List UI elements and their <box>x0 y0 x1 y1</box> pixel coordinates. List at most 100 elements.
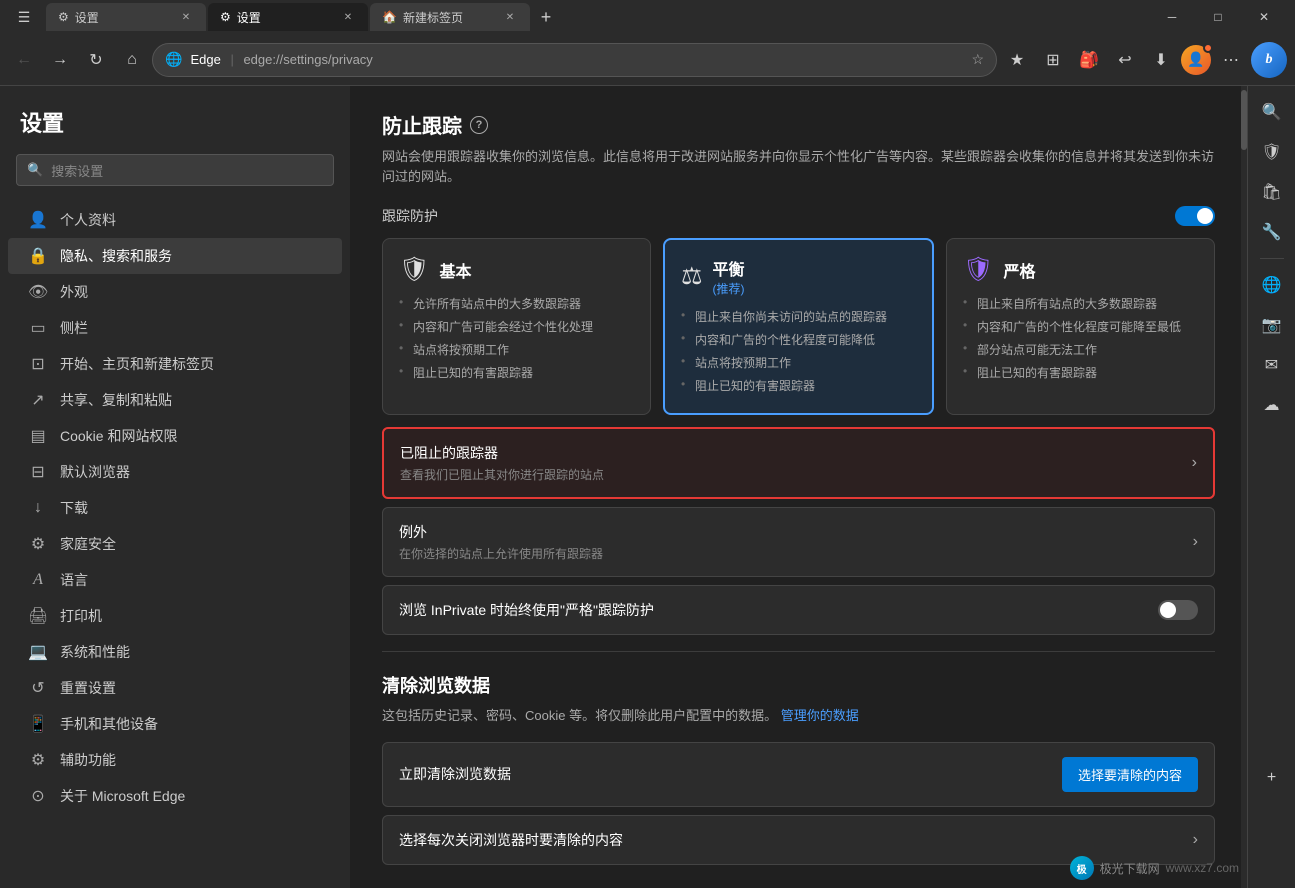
sidebar-item-sharing[interactable]: ↗ 共享、复制和粘贴 <box>8 382 342 418</box>
search-box[interactable]: 🔍 搜索设置 <box>16 154 334 186</box>
bing-icon: b <box>1266 52 1273 68</box>
scrollbar-thumb[interactable] <box>1241 90 1247 150</box>
clear-on-close-arrow: › <box>1193 831 1198 849</box>
rp-add-icon[interactable]: + <box>1254 760 1290 796</box>
sidebar-item-language[interactable]: A 语言 <box>8 562 342 598</box>
blocked-trackers-arrow: › <box>1192 454 1197 472</box>
watermark-url: www.xz7.com <box>1166 861 1239 875</box>
printer-icon: 🖨 <box>28 606 48 626</box>
bing-button[interactable]: b <box>1251 42 1287 78</box>
inprivate-toggle[interactable] <box>1158 600 1198 620</box>
favorites-icon[interactable]: ☆ <box>971 51 984 68</box>
card-balanced[interactable]: ⚖ 平衡 (推荐) 阻止来自你尚未访问的站点的跟踪器 内容和广告的个性化程度可能… <box>663 238 934 415</box>
sidebar-item-privacy[interactable]: 🔒 隐私、搜索和服务 <box>8 238 342 274</box>
tabs-area: ☰ ⚙ 设置 ✕ ⚙ 设置 ✕ 🏠 新建标签页 ✕ + <box>8 1 1149 33</box>
manage-data-link[interactable]: 管理你的数据 <box>781 708 859 723</box>
exceptions-title: 例外 <box>399 522 603 542</box>
sidebar-item-profile[interactable]: 👤 个人资料 <box>8 202 342 238</box>
content-area: 防止跟踪 ? 网站会使用跟踪器收集你的浏览信息。此信息将用于改进网站服务并向你显… <box>350 86 1247 888</box>
rp-bag-icon[interactable]: 🛍 <box>1254 174 1290 210</box>
lock-icon: 🔒 <box>28 246 48 266</box>
sidebar-item-sidebar[interactable]: ▭ 侧栏 <box>8 310 342 346</box>
watermark-text: 极光下载网 <box>1100 860 1160 877</box>
sidebar-item-browser[interactable]: ⊟ 默认浏览器 <box>8 454 342 490</box>
sidebar-item-label-newtab: 开始、主页和新建标签页 <box>60 354 214 374</box>
list-item: 允许所有站点中的大多数跟踪器 <box>399 292 634 315</box>
back-button[interactable]: ← <box>8 44 40 76</box>
clear-desc-text: 这包括历史记录、密码、Cookie 等。将仅删除此用户配置中的数据。 <box>382 708 777 723</box>
sidebar-item-system[interactable]: 💻 系统和性能 <box>8 634 342 670</box>
collections-btn[interactable]: ⊞ <box>1037 44 1069 76</box>
card-basic[interactable]: 🛡 基本 允许所有站点中的大多数跟踪器 内容和广告可能会经过个性化处理 站点将按… <box>382 238 651 415</box>
tab-settings-2[interactable]: ⚙ 设置 ✕ <box>208 3 368 31</box>
list-item: 阻止已知的有害跟踪器 <box>963 361 1198 384</box>
browser-wallet-btn[interactable]: 🎒 <box>1073 44 1105 76</box>
tab-close-2[interactable]: ✕ <box>340 9 356 25</box>
clear-section-title: 清除浏览数据 <box>382 672 1215 698</box>
help-icon[interactable]: ? <box>470 116 488 134</box>
profile-button[interactable]: 👤 <box>1181 45 1211 75</box>
favorites-btn[interactable]: ★ <box>1001 44 1033 76</box>
exceptions-left: 例外 在你选择的站点上允许使用所有跟踪器 <box>399 522 603 562</box>
history-btn[interactable]: ↩ <box>1109 44 1141 76</box>
sidebar-item-appearance[interactable]: 👁 外观 <box>8 274 342 310</box>
tab-newtab-title: 新建标签页 <box>403 9 463 26</box>
exceptions-arrow: › <box>1193 533 1198 551</box>
scrollbar-track <box>1241 86 1247 888</box>
toolbar: ← → ↻ ⌂ 🌐 Edge | edge://settings/privacy… <box>0 34 1295 86</box>
sidebar-item-label-system: 系统和性能 <box>60 642 130 662</box>
sidebar-icon: ▭ <box>28 318 48 338</box>
close-button[interactable]: ✕ <box>1241 0 1287 34</box>
tab-settings-title-1: 设置 <box>75 9 99 26</box>
rp-cloud-icon[interactable]: ☁ <box>1254 387 1290 423</box>
rp-tools-icon[interactable]: 🔧 <box>1254 214 1290 250</box>
clear-now-button[interactable]: 选择要清除的内容 <box>1062 757 1198 792</box>
clear-on-close-label: 选择每次关闭浏览器时要清除的内容 <box>399 830 623 850</box>
maximize-button[interactable]: □ <box>1195 0 1241 34</box>
sidebar-item-family[interactable]: ⚙ 家庭安全 <box>8 526 342 562</box>
rp-zoom-icon[interactable]: 🔍 <box>1254 94 1290 130</box>
language-icon: A <box>28 571 48 589</box>
tab-settings-1[interactable]: ⚙ 设置 ✕ <box>46 3 206 31</box>
sidebar-item-mobile[interactable]: 📱 手机和其他设备 <box>8 706 342 742</box>
address-bar[interactable]: 🌐 Edge | edge://settings/privacy ☆ <box>152 43 997 77</box>
downloads-btn[interactable]: ⬇ <box>1145 44 1177 76</box>
exceptions-row[interactable]: 例外 在你选择的站点上允许使用所有跟踪器 › <box>382 507 1215 577</box>
edge-logo-icon: 🌐 <box>165 51 182 68</box>
sidebar-item-about[interactable]: ⊙ 关于 Microsoft Edge <box>8 778 342 814</box>
rp-send-icon[interactable]: ✉ <box>1254 347 1290 383</box>
tracking-toggle[interactable] <box>1175 206 1215 226</box>
cards-row: 🛡 基本 允许所有站点中的大多数跟踪器 内容和广告可能会经过个性化处理 站点将按… <box>382 238 1215 415</box>
blocked-trackers-row[interactable]: 已阻止的跟踪器 查看我们已阻止其对你进行跟踪的站点 › <box>382 427 1215 499</box>
sidebar-item-printer[interactable]: 🖨 打印机 <box>8 598 342 634</box>
tab-newtab[interactable]: 🏠 新建标签页 ✕ <box>370 3 530 31</box>
tab-close-1[interactable]: ✕ <box>178 9 194 25</box>
minimize-button[interactable]: ─ <box>1149 0 1195 34</box>
list-item: 部分站点可能无法工作 <box>963 338 1198 361</box>
newtab-icon: ⊡ <box>28 354 48 374</box>
rp-shield-icon[interactable]: 🛡 <box>1254 134 1290 170</box>
sidebar-item-newtab[interactable]: ⊡ 开始、主页和新建标签页 <box>8 346 342 382</box>
watermark: 极 极光下载网 www.xz7.com <box>1070 856 1239 880</box>
sidebar-item-downloads[interactable]: ↓ 下载 <box>8 490 342 526</box>
rp-image-icon[interactable]: 📷 <box>1254 307 1290 343</box>
sidebar-item-label-appearance: 外观 <box>60 282 88 302</box>
refresh-button[interactable]: ↻ <box>80 44 112 76</box>
new-tab-button[interactable]: + <box>532 3 560 31</box>
card-strict[interactable]: 🛡 严格 阻止来自所有站点的大多数跟踪器 内容和广告的个性化程度可能降至最低 部… <box>946 238 1215 415</box>
sidebar-item-cookies[interactable]: ▤ Cookie 和网站权限 <box>8 418 342 454</box>
home-button[interactable]: ⌂ <box>116 44 148 76</box>
sidebar-item-reset[interactable]: ↺ 重置设置 <box>8 670 342 706</box>
sidebar-item-accessibility[interactable]: ⚙ 辅助功能 <box>8 742 342 778</box>
search-icon: 🔍 <box>27 162 43 178</box>
tab-close-3[interactable]: ✕ <box>502 9 518 25</box>
rp-world-icon[interactable]: 🌐 <box>1254 267 1290 303</box>
browser-icon: ⊟ <box>28 462 48 482</box>
sidebar-toggle-btn[interactable]: ☰ <box>8 1 40 33</box>
forward-button[interactable]: → <box>44 44 76 76</box>
card-strict-list: 阻止来自所有站点的大多数跟踪器 内容和广告的个性化程度可能降至最低 部分站点可能… <box>963 292 1198 384</box>
settings-more-btn[interactable]: ⋯ <box>1215 44 1247 76</box>
right-panel: 🔍 🛡 🛍 🔧 🌐 📷 ✉ ☁ + <box>1247 86 1295 888</box>
card-strict-title: 严格 <box>1003 258 1035 282</box>
inprivate-row: 浏览 InPrivate 时始终使用"严格"跟踪防护 <box>382 585 1215 635</box>
